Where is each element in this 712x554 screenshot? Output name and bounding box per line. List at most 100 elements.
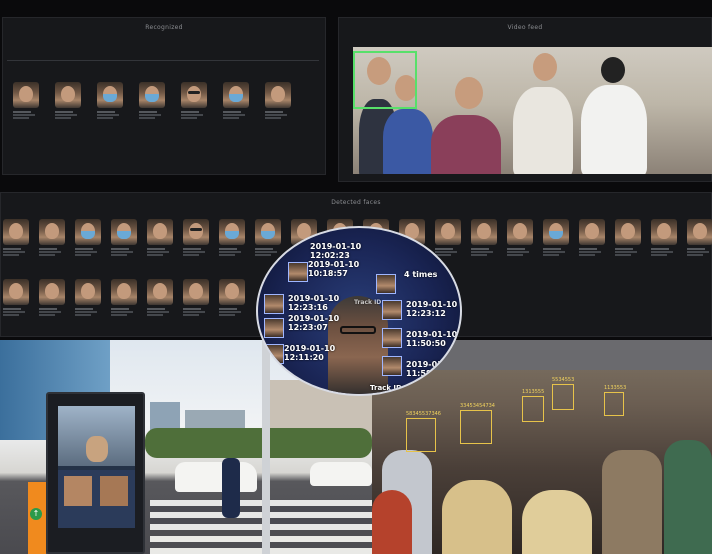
face-thumbnail[interactable] [255, 219, 281, 245]
face-thumbnail[interactable] [471, 219, 497, 245]
face-thumbnail[interactable] [687, 219, 712, 245]
car [310, 462, 372, 486]
face-meta-lines [183, 247, 213, 257]
person-figure [372, 490, 412, 554]
sighting-time: 12:23:16 [288, 303, 328, 312]
face-thumbnail[interactable] [111, 219, 137, 245]
sighting-face-thumbnail [376, 274, 396, 294]
face-thumbnail[interactable] [147, 219, 173, 245]
face-thumbnail[interactable] [543, 219, 569, 245]
face-thumbnail[interactable] [3, 219, 29, 245]
face-recognition-kiosk [46, 392, 145, 554]
trees [145, 428, 372, 458]
face-meta-lines [147, 247, 177, 257]
face-thumbnail[interactable] [219, 219, 245, 245]
face-meta-lines [219, 247, 249, 257]
face-meta-lines [265, 110, 295, 120]
person-figure [513, 87, 573, 174]
recognized-divider [7, 60, 319, 61]
face-thumbnail[interactable] [97, 82, 123, 108]
sighting-face-thumbnail [264, 294, 284, 314]
sighting-face-thumbnail [264, 344, 284, 364]
person-tracking-id: 33453454734 [460, 403, 495, 409]
face-meta-lines [97, 110, 127, 120]
sighting-time: 11:58:22 [406, 369, 446, 378]
sighting-time: 11:50:50 [406, 339, 446, 348]
face-thumbnail[interactable] [507, 219, 533, 245]
face-thumbnail[interactable] [139, 82, 165, 108]
sighting-time: 12:02:23 [310, 251, 350, 260]
kiosk-face-image [86, 436, 108, 462]
face-match-magnifier: 2019-01-10 12:02:23 2019-01-10 10:18:57 2019… [256, 226, 462, 396]
face-thumbnail[interactable] [13, 82, 39, 108]
face-thumbnail[interactable] [181, 82, 207, 108]
face-thumbnail[interactable] [147, 279, 173, 305]
sighting-face-thumbnail [382, 356, 402, 376]
sighting-timestamp: 2019-01-10 12:11:20 [284, 344, 335, 362]
face-thumbnail[interactable] [75, 279, 101, 305]
recognized-panel: Recognized [2, 17, 326, 175]
face-thumbnail[interactable] [75, 219, 101, 245]
person-figure [664, 440, 712, 554]
sighting-timestamp: 2019-01-10 11:58:22 [406, 360, 457, 378]
face-meta-lines [139, 110, 169, 120]
kiosk-screen [58, 406, 135, 528]
face-meta-lines [435, 247, 465, 257]
face-meta-lines [543, 247, 573, 257]
face-thumbnail[interactable] [223, 82, 249, 108]
face-meta-lines [3, 247, 33, 257]
sighting-face-thumbnail [264, 318, 284, 338]
face-meta-lines [471, 247, 501, 257]
face-meta-lines [147, 307, 177, 317]
person-tracking-box [604, 392, 624, 416]
face-thumbnail[interactable] [219, 279, 245, 305]
face-meta-lines [579, 247, 609, 257]
face-meta-lines [507, 247, 537, 257]
sighting-date: 2019-01-10 [308, 260, 360, 269]
sighting-date: 2019-01-10 [406, 300, 458, 309]
person-tracking-id: 58345537346 [406, 411, 441, 417]
face-meta-lines [651, 247, 681, 257]
kiosk-match-face [64, 476, 92, 506]
crosswalk [150, 500, 372, 554]
person-figure [431, 115, 501, 174]
face-meta-lines [687, 247, 712, 257]
person-figure [602, 450, 662, 554]
face-meta-lines [615, 247, 645, 257]
sighting-time: 12:23:12 [406, 309, 446, 318]
sighting-date: 2019-01-10 [406, 330, 458, 339]
face-thumbnail[interactable] [651, 219, 677, 245]
pole [262, 340, 270, 554]
person-figure [522, 490, 592, 554]
person-tracking-id: 1133553 [604, 385, 627, 391]
face-thumbnail[interactable] [39, 279, 65, 305]
face-meta-lines [219, 307, 249, 317]
face-thumbnail[interactable] [111, 279, 137, 305]
face-meta-lines [75, 307, 105, 317]
face-thumbnail[interactable] [579, 219, 605, 245]
face-thumbnail[interactable] [265, 82, 291, 108]
glasses-icon [340, 326, 376, 334]
sighting-timestamp: 2019-01-10 12:23:12 [406, 300, 457, 318]
video-feed-title: Video feed [507, 24, 543, 31]
face-detection-box [353, 51, 417, 109]
person-tracking-box [406, 418, 436, 452]
sighting-date: 2019-01-10 [284, 344, 336, 353]
face-thumbnail[interactable] [55, 82, 81, 108]
face-meta-lines [55, 110, 85, 120]
face-thumbnail[interactable] [3, 279, 29, 305]
sighting-timestamp: 2019-01-10 10:18:57 [308, 260, 359, 278]
face-thumbnail[interactable] [183, 279, 209, 305]
face-thumbnail[interactable] [183, 219, 209, 245]
face-thumbnail[interactable] [615, 219, 641, 245]
sighting-date: 2019-01-10 [310, 242, 362, 251]
sighting-timestamp: 2019-01-10 12:23:16 [288, 294, 339, 312]
face-meta-lines [223, 110, 253, 120]
sighting-timestamp: 2019-01-10 12:23:07 [288, 314, 339, 332]
arrow-up-icon: ↑ [30, 508, 42, 520]
face-meta-lines [183, 307, 213, 317]
video-feed-view[interactable] [353, 47, 712, 174]
recognized-panel-title: Recognized [145, 24, 183, 31]
face-thumbnail[interactable] [435, 219, 461, 245]
face-thumbnail[interactable] [39, 219, 65, 245]
